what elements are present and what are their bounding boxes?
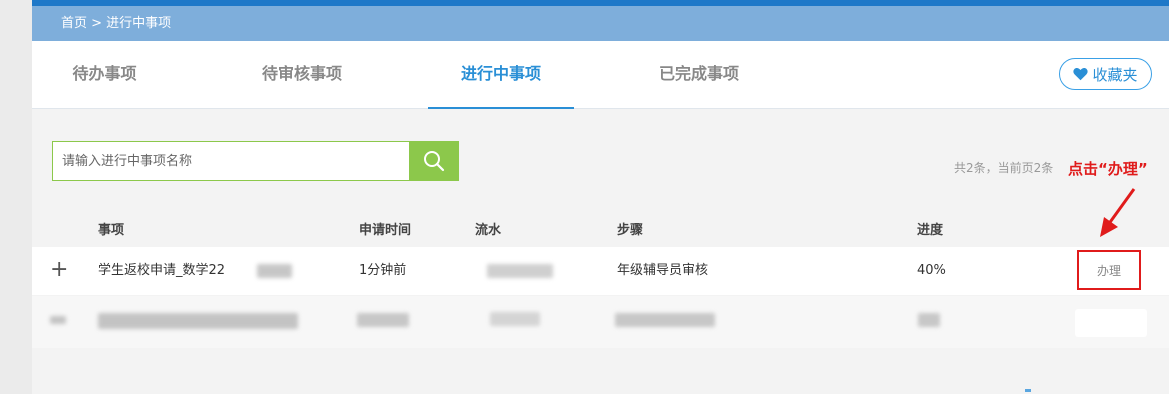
search-button[interactable] bbox=[409, 142, 458, 180]
redacted-name-part bbox=[257, 264, 292, 278]
annotation-arrow-icon bbox=[1100, 188, 1136, 237]
breadcrumb-bar: 首页 > 进行中事项 bbox=[32, 6, 1169, 41]
expand-plus-icon[interactable]: + bbox=[50, 258, 68, 282]
column-header-serial: 流水 bbox=[475, 223, 502, 238]
column-header-time: 申请时间 bbox=[359, 223, 412, 238]
tab-pending-review[interactable]: 待审核事项 bbox=[227, 41, 377, 109]
redacted-action-button[interactable] bbox=[1075, 309, 1147, 337]
tab-in-progress[interactable]: 进行中事项 bbox=[428, 41, 574, 109]
redacted-step bbox=[615, 313, 715, 327]
column-header-step: 步骤 bbox=[617, 223, 644, 238]
redacted-time bbox=[357, 313, 409, 327]
column-header-progress: 进度 bbox=[917, 223, 944, 238]
tab-todo[interactable]: 待办事项 bbox=[32, 41, 177, 109]
redacted-item-name bbox=[98, 313, 298, 329]
redacted-serial bbox=[487, 264, 553, 278]
row-item-name: 学生返校申请_数学22 bbox=[98, 263, 226, 278]
favorites-button[interactable]: 收藏夹 bbox=[1059, 58, 1152, 90]
row-apply-time: 1分钟前 bbox=[359, 263, 407, 278]
left-sidebar-strip bbox=[0, 0, 32, 394]
annotation-text: 点击“办理” bbox=[1068, 160, 1148, 178]
redacted-expand bbox=[50, 316, 66, 324]
search-box bbox=[52, 141, 459, 181]
redacted-serial bbox=[490, 312, 540, 326]
table-row: + 学生返校申请_数学22 1分钟前 年级辅导员审核 40% bbox=[32, 247, 1169, 295]
search-icon bbox=[423, 151, 444, 172]
pager-info: 共2条，当前页2条 bbox=[954, 161, 1054, 175]
handle-button[interactable]: 办理 bbox=[1077, 250, 1141, 290]
table-row bbox=[32, 296, 1169, 348]
main-page: 首页 > 进行中事项 待办事项 待审核事项 进行中事项 已完成事项 收藏夹 共2… bbox=[32, 0, 1169, 394]
breadcrumb[interactable]: 首页 > 进行中事项 bbox=[61, 6, 171, 41]
tabs-bar: 待办事项 待审核事项 进行中事项 已完成事项 收藏夹 bbox=[32, 41, 1169, 109]
column-header-item: 事项 bbox=[98, 223, 125, 238]
heart-icon bbox=[1073, 68, 1089, 81]
row-step: 年级辅导员审核 bbox=[617, 263, 709, 278]
favorites-label: 收藏夹 bbox=[1092, 65, 1138, 84]
redacted-progress bbox=[918, 313, 940, 327]
tab-completed[interactable]: 已完成事项 bbox=[624, 41, 774, 109]
row-progress: 40% bbox=[917, 263, 946, 278]
scroll-indicator bbox=[1025, 389, 1031, 392]
search-input[interactable] bbox=[53, 142, 409, 180]
